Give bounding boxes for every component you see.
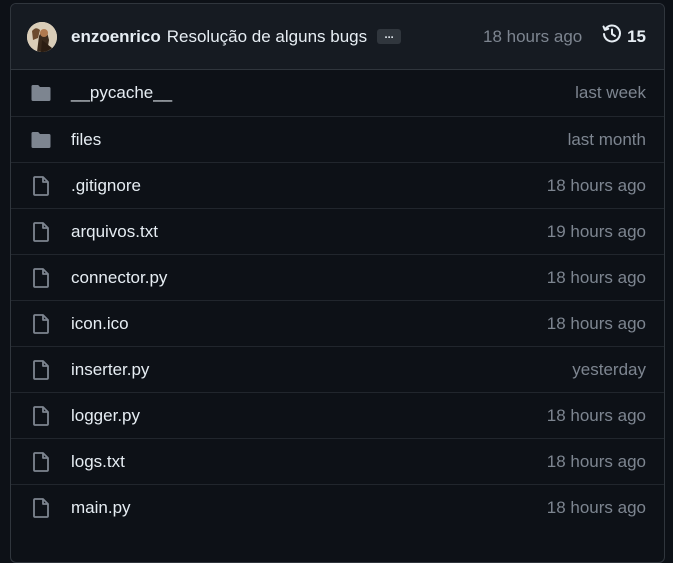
file-name-link[interactable]: icon.ico xyxy=(71,314,129,334)
file-name-link[interactable]: logger.py xyxy=(71,406,140,426)
file-last-modified: 19 hours ago xyxy=(546,221,646,241)
file-name-link[interactable]: logs.txt xyxy=(71,452,125,472)
file-icon-graphic xyxy=(33,498,49,518)
file-last-modified: last month xyxy=(567,129,646,149)
file-row[interactable]: arquivos.txt 19 hours ago xyxy=(11,208,664,254)
commit-time: 18 hours ago xyxy=(483,26,583,46)
file-last-modified: yesterday xyxy=(572,359,646,379)
file-name-link[interactable]: files xyxy=(71,130,101,150)
commit-message[interactable]: Resolução de alguns bugs xyxy=(167,27,367,47)
file-row[interactable]: __pycache__ last week xyxy=(11,70,664,116)
file-last-modified: 18 hours ago xyxy=(546,175,646,195)
folder-icon-graphic xyxy=(31,85,51,101)
file-icon xyxy=(30,405,52,427)
history-count: 15 xyxy=(627,26,646,46)
file-name-link[interactable]: connector.py xyxy=(71,268,167,288)
commit-history-button[interactable]: 15 xyxy=(601,23,646,50)
avatar[interactable] xyxy=(27,21,57,52)
file-last-modified: 18 hours ago xyxy=(546,497,646,517)
file-row[interactable]: icon.ico 18 hours ago xyxy=(11,300,664,346)
file-name-link[interactable]: inserter.py xyxy=(71,360,149,380)
file-icon-graphic xyxy=(33,406,49,426)
file-name-link[interactable]: __pycache__ xyxy=(71,83,172,103)
file-row[interactable]: inserter.py yesterday xyxy=(11,346,664,392)
history-clock-icon xyxy=(601,23,623,50)
folder-icon xyxy=(30,129,52,151)
file-icon-graphic xyxy=(33,268,49,288)
file-name-link[interactable]: main.py xyxy=(71,498,131,518)
file-icon-graphic xyxy=(33,176,49,196)
file-icon xyxy=(30,451,52,473)
file-icon xyxy=(30,359,52,381)
file-browser: enzoenrico Resolução de alguns bugs ... … xyxy=(10,3,665,563)
commit-author[interactable]: enzoenrico xyxy=(71,27,161,47)
file-icon xyxy=(30,313,52,335)
file-last-modified: 18 hours ago xyxy=(546,267,646,287)
file-icon-graphic xyxy=(33,222,49,242)
file-last-modified: 18 hours ago xyxy=(546,313,646,333)
file-last-modified: last week xyxy=(575,83,646,102)
file-icon-graphic xyxy=(33,314,49,334)
file-last-modified: 18 hours ago xyxy=(546,451,646,471)
file-row[interactable]: .gitignore 18 hours ago xyxy=(11,162,664,208)
file-name-link[interactable]: .gitignore xyxy=(71,176,141,196)
file-row[interactable]: connector.py 18 hours ago xyxy=(11,254,664,300)
file-row[interactable]: logs.txt 18 hours ago xyxy=(11,438,664,484)
file-list: __pycache__ last week files last month .giti… xyxy=(11,70,664,530)
file-icon xyxy=(30,221,52,243)
folder-icon-graphic xyxy=(31,132,51,148)
folder-icon xyxy=(30,82,52,104)
file-row[interactable]: main.py 18 hours ago xyxy=(11,484,664,530)
commit-details-button[interactable]: ... xyxy=(377,29,402,44)
file-icon-graphic xyxy=(33,452,49,472)
file-last-modified: 18 hours ago xyxy=(546,405,646,425)
file-icon xyxy=(30,267,52,289)
file-name-link[interactable]: arquivos.txt xyxy=(71,222,158,242)
latest-commit-bar: enzoenrico Resolução de alguns bugs ... … xyxy=(11,4,664,70)
file-icon xyxy=(30,497,52,519)
file-row[interactable]: files last month xyxy=(11,116,664,162)
file-icon-graphic xyxy=(33,360,49,380)
file-icon xyxy=(30,175,52,197)
file-row[interactable]: logger.py 18 hours ago xyxy=(11,392,664,438)
